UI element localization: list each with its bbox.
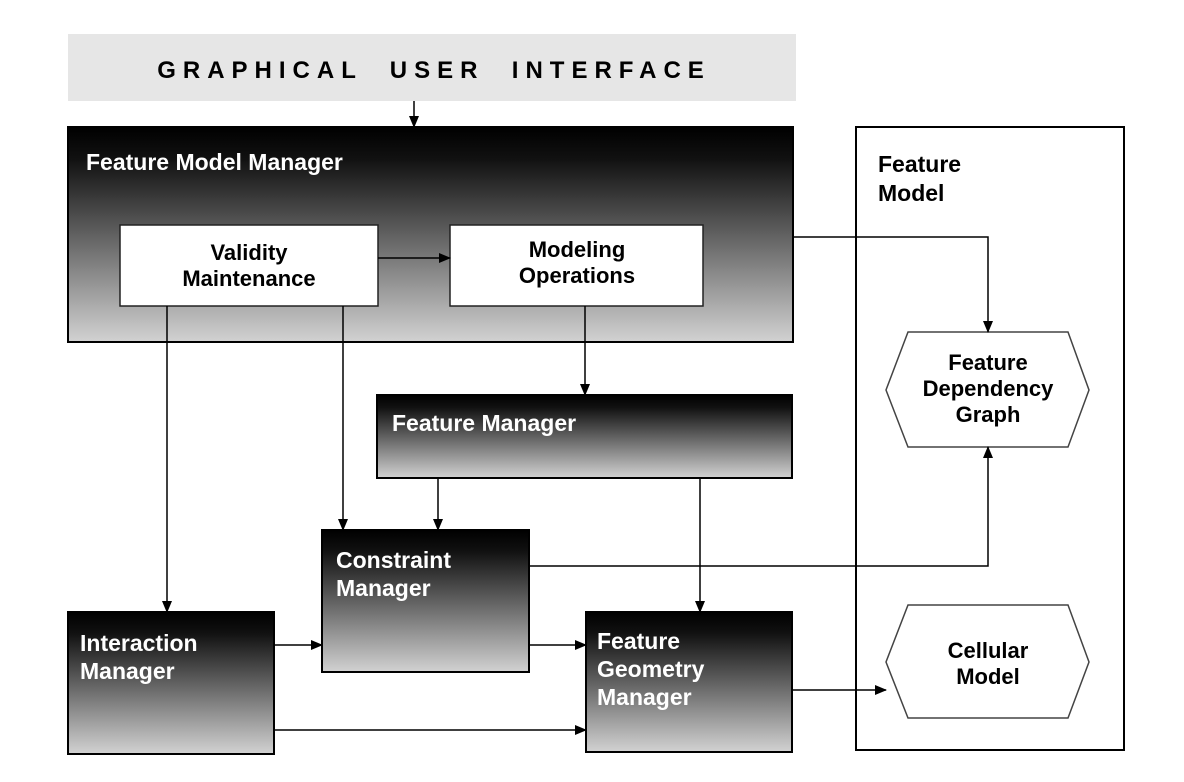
interaction-manager-box: Interaction Manager — [67, 611, 275, 755]
feature-model-title-1: Feature — [878, 151, 961, 177]
feature-dependency-graph-hexagon: Feature Dependency Graph — [885, 331, 1090, 448]
feature-manager-title: Feature Manager — [392, 410, 576, 436]
feature-manager-box: Feature Manager — [376, 394, 793, 479]
constraint-manager-label: Manager — [336, 575, 431, 601]
modeling-label: Modeling — [529, 237, 626, 262]
interaction-label: Interaction — [80, 630, 198, 656]
feature-model-title-2: Model — [878, 180, 944, 206]
fdg-label-1: Feature — [948, 350, 1027, 375]
feature-model-manager-title: Feature Model Manager — [86, 149, 343, 175]
maintenance-label: Maintenance — [182, 266, 315, 291]
fgm-label-2: Geometry — [597, 656, 705, 682]
validity-label: Validity — [210, 240, 288, 265]
cellular-model-hexagon: Cellular Model — [885, 604, 1090, 719]
feature-geometry-manager-box: Feature Geometry Manager — [585, 611, 793, 753]
architecture-diagram: GRAPHICAL USER INTERFACE Feature Model M… — [67, 34, 1125, 755]
fgm-label-1: Feature — [597, 628, 680, 654]
fgm-label-3: Manager — [597, 684, 692, 710]
constraint-label: Constraint — [336, 547, 451, 573]
validity-maintenance-box: Validity Maintenance — [119, 224, 379, 307]
cellular-label-1: Cellular — [948, 638, 1029, 663]
interaction-manager-label: Manager — [80, 658, 175, 684]
gui-label: GRAPHICAL USER INTERFACE — [157, 57, 711, 84]
modeling-operations-box: Modeling Operations — [449, 224, 704, 307]
fdg-label-2: Dependency — [923, 376, 1055, 401]
operations-label: Operations — [519, 263, 635, 288]
cellular-label-2: Model — [956, 664, 1020, 689]
fdg-label-3: Graph — [956, 402, 1021, 427]
constraint-manager-box: Constraint Manager — [321, 529, 530, 673]
gui-bar: GRAPHICAL USER INTERFACE — [68, 34, 796, 101]
